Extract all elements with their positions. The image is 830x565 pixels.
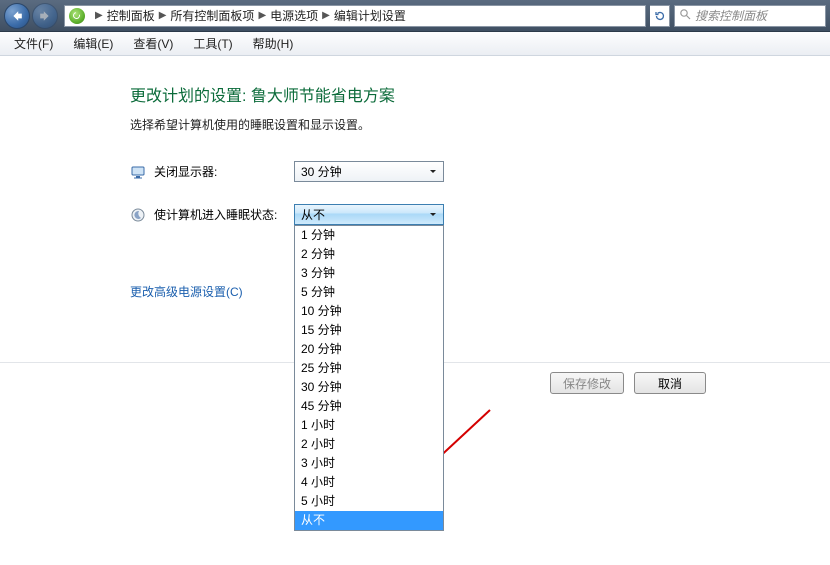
breadcrumb-item[interactable]: 所有控制面板项 [170, 7, 254, 24]
save-button[interactable]: 保存修改 [550, 372, 624, 394]
address-bar[interactable]: ▶ 控制面板 ▶ 所有控制面板项 ▶ 电源选项 ▶ 编辑计划设置 [64, 5, 646, 27]
back-button[interactable] [4, 3, 30, 29]
arrow-right-icon [39, 10, 51, 22]
breadcrumb-item[interactable]: 控制面板 [107, 7, 155, 24]
setting-sleep: 使计算机进入睡眠状态: 从不 1 分钟2 分钟3 分钟5 分钟10 分钟15 分… [130, 204, 830, 225]
menu-file[interactable]: 文件(F) [4, 32, 63, 55]
monitor-icon [130, 164, 146, 180]
sleep-option[interactable]: 10 分钟 [295, 302, 443, 321]
page-description: 选择希望计算机使用的睡眠设置和显示设置。 [130, 116, 830, 133]
menu-tools[interactable]: 工具(T) [183, 32, 242, 55]
sleep-option[interactable]: 20 分钟 [295, 340, 443, 359]
advanced-power-settings-link[interactable]: 更改高级电源设置(C) [130, 283, 243, 300]
menu-view[interactable]: 查看(V) [123, 32, 183, 55]
menu-bar: 文件(F) 编辑(E) 查看(V) 工具(T) 帮助(H) [0, 32, 830, 56]
menu-edit[interactable]: 编辑(E) [63, 32, 123, 55]
nav-bar: ▶ 控制面板 ▶ 所有控制面板项 ▶ 电源选项 ▶ 编辑计划设置 搜索控制面板 [0, 0, 830, 32]
sleep-option[interactable]: 3 分钟 [295, 264, 443, 283]
refresh-button[interactable] [650, 5, 670, 27]
sleep-option[interactable]: 2 小时 [295, 435, 443, 454]
search-placeholder: 搜索控制面板 [695, 7, 767, 24]
sleep-label: 使计算机进入睡眠状态: [154, 206, 294, 223]
chevron-right-icon: ▶ [322, 10, 330, 21]
sleep-option[interactable]: 3 小时 [295, 454, 443, 473]
page-title: 更改计划的设置: 鲁大师节能省电方案 [130, 82, 830, 106]
sleep-option[interactable]: 1 小时 [295, 416, 443, 435]
forward-button[interactable] [32, 3, 58, 29]
search-icon [679, 8, 691, 23]
refresh-icon [654, 10, 666, 22]
sleep-select[interactable]: 从不 1 分钟2 分钟3 分钟5 分钟10 分钟15 分钟20 分钟25 分钟3… [294, 204, 444, 225]
moon-icon [130, 207, 146, 223]
sleep-option[interactable]: 5 小时 [295, 492, 443, 511]
cancel-button[interactable]: 取消 [634, 372, 706, 394]
sleep-option[interactable]: 2 分钟 [295, 245, 443, 264]
chevron-right-icon: ▶ [258, 10, 266, 21]
display-off-value: 30 分钟 [301, 163, 342, 180]
sleep-value: 从不 [301, 206, 325, 223]
sleep-option[interactable]: 从不 [295, 511, 443, 530]
chevron-down-icon [425, 206, 441, 223]
sleep-option[interactable]: 30 分钟 [295, 378, 443, 397]
menu-help[interactable]: 帮助(H) [243, 32, 304, 55]
sleep-option[interactable]: 5 分钟 [295, 283, 443, 302]
setting-display-off: 关闭显示器: 30 分钟 [130, 161, 830, 182]
sleep-option[interactable]: 25 分钟 [295, 359, 443, 378]
sleep-option[interactable]: 45 分钟 [295, 397, 443, 416]
sleep-option[interactable]: 4 小时 [295, 473, 443, 492]
breadcrumb-item[interactable]: 电源选项 [270, 7, 318, 24]
breadcrumb-item[interactable]: 编辑计划设置 [334, 7, 406, 24]
control-panel-icon [69, 8, 85, 24]
content-area: 更改计划的设置: 鲁大师节能省电方案 选择希望计算机使用的睡眠设置和显示设置。 … [0, 56, 830, 300]
display-off-label: 关闭显示器: [154, 163, 294, 180]
search-input[interactable]: 搜索控制面板 [674, 5, 826, 27]
chevron-down-icon [425, 163, 441, 180]
chevron-right-icon: ▶ [159, 10, 167, 21]
sleep-dropdown: 1 分钟2 分钟3 分钟5 分钟10 分钟15 分钟20 分钟25 分钟30 分… [294, 225, 444, 531]
sleep-option[interactable]: 1 分钟 [295, 226, 443, 245]
arrow-left-icon [11, 10, 23, 22]
sleep-option[interactable]: 15 分钟 [295, 321, 443, 340]
chevron-right-icon: ▶ [95, 10, 103, 21]
display-off-select[interactable]: 30 分钟 [294, 161, 444, 182]
